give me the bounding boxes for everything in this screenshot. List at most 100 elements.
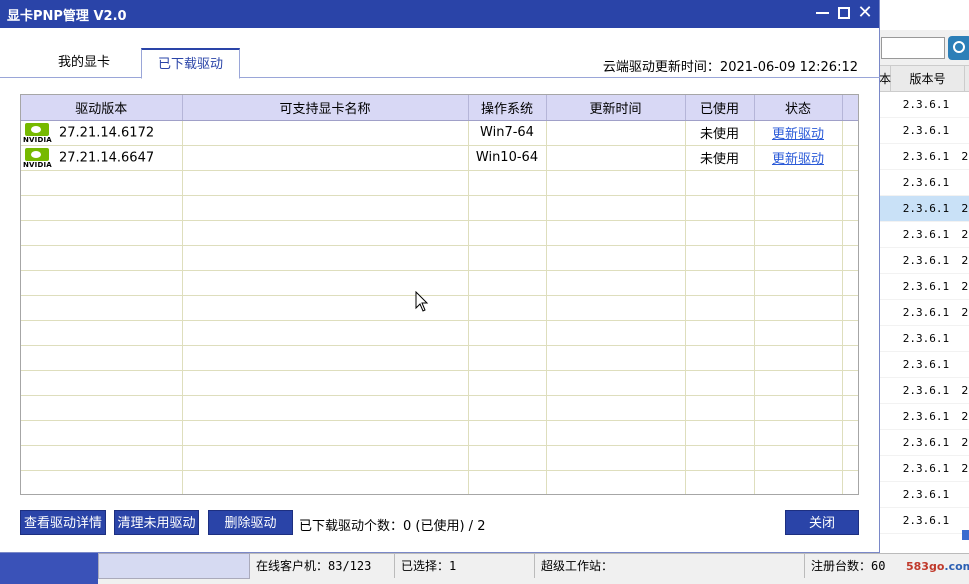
empty-cell xyxy=(468,195,547,221)
empty-cell xyxy=(685,370,755,396)
empty-table-row xyxy=(21,445,858,471)
watermark: 583go.com xyxy=(906,560,969,573)
minimize-icon[interactable] xyxy=(811,2,833,24)
background-cell xyxy=(879,144,890,169)
background-table-row[interactable]: 2.3.6.1 2 xyxy=(879,144,969,170)
background-cell-trailing: 2 xyxy=(961,306,969,319)
search-icon[interactable] xyxy=(948,36,969,60)
background-table-row[interactable]: 2.3.6.1 xyxy=(879,482,969,508)
background-table-row[interactable]: 2.3.6.1 xyxy=(879,352,969,378)
background-cell xyxy=(879,430,890,455)
background-table-row[interactable]: 2.3.6.1 2 xyxy=(879,222,969,248)
empty-cell xyxy=(546,270,686,296)
empty-cell xyxy=(754,345,843,371)
empty-cell xyxy=(468,470,547,494)
empty-cell xyxy=(685,320,755,346)
cell-os: Win7-64 xyxy=(468,120,547,146)
background-table-row[interactable]: 2.3.6.1 xyxy=(879,326,969,352)
background-table-row[interactable]: 2.3.6.1 xyxy=(879,92,969,118)
empty-cell xyxy=(842,245,858,271)
delete-driver-button[interactable]: 删除驱动 xyxy=(208,510,293,535)
empty-cell xyxy=(685,195,755,221)
clean-unused-drivers-button[interactable]: 清理未用驱动 xyxy=(114,510,199,535)
background-cell xyxy=(879,222,890,247)
background-table-row[interactable]: 2.3.6.1 2 xyxy=(879,456,969,482)
close-icon[interactable]: ✕ xyxy=(854,2,876,24)
background-search-input[interactable] xyxy=(881,37,945,59)
background-cell-version: 2.3.6.1 xyxy=(902,202,950,215)
background-cell-version: 2.3.6.1 xyxy=(902,332,950,345)
window-title: 显卡PNP管理 V2.0 xyxy=(7,9,127,24)
background-table-row[interactable]: 2.3.6.1 xyxy=(879,118,969,144)
column-header-used[interactable]: 已使用 xyxy=(685,95,755,121)
background-table-row[interactable]: 2.3.6.1 2 xyxy=(879,274,969,300)
empty-cell xyxy=(754,170,843,196)
background-table-row[interactable]: 2.3.6.1 2 xyxy=(879,430,969,456)
driver-count-text: 已下载驱动个数：0 (已使用) / 2 xyxy=(299,519,486,534)
background-table-row[interactable]: 2.3.6.1 2 xyxy=(879,248,969,274)
empty-cell xyxy=(842,170,858,196)
column-header-version[interactable]: 驱动版本 xyxy=(21,95,183,121)
empty-cell xyxy=(468,295,547,321)
background-cell-version: 2.3.6.1 xyxy=(902,410,950,423)
empty-table-row xyxy=(21,245,858,271)
empty-cell xyxy=(21,420,183,446)
empty-cell xyxy=(754,220,843,246)
empty-cell xyxy=(754,370,843,396)
empty-cell xyxy=(685,170,755,196)
update-driver-link[interactable]: 更新驱动 xyxy=(772,127,824,142)
empty-cell xyxy=(182,420,469,446)
view-driver-details-button[interactable]: 查看驱动详情 xyxy=(20,510,106,535)
cloud-update-time: 云端驱动更新时间：2021-06-09 12:26:12 xyxy=(602,60,858,75)
empty-table-row xyxy=(21,470,858,494)
column-header-status[interactable]: 状态 xyxy=(754,95,843,121)
column-header-os[interactable]: 操作系统 xyxy=(468,95,547,121)
background-strip xyxy=(0,553,98,584)
background-table-row[interactable]: 2.3.6.1 2 xyxy=(879,300,969,326)
empty-table-row xyxy=(21,270,858,296)
background-cell xyxy=(879,482,890,507)
table-row[interactable]: NVIDIA 27.21.14.6647 Win10-64 未使用 更新驱动 xyxy=(21,145,858,171)
table-row[interactable]: NVIDIA 27.21.14.6172 Win7-64 未使用 更新驱动 xyxy=(21,120,858,146)
empty-cell xyxy=(182,245,469,271)
empty-cell xyxy=(842,345,858,371)
update-driver-link[interactable]: 更新驱动 xyxy=(772,152,824,167)
tab-my-gpu[interactable]: 我的显卡 xyxy=(30,48,138,78)
empty-cell xyxy=(182,395,469,421)
mouse-cursor-icon xyxy=(415,291,429,312)
background-cell-version: 2.3.6.1 xyxy=(902,254,950,267)
empty-cell xyxy=(842,420,858,446)
background-cell-trailing: 2 xyxy=(961,436,969,449)
cell-version: NVIDIA 27.21.14.6172 xyxy=(21,120,183,146)
background-cell-trailing xyxy=(961,326,969,351)
empty-cell xyxy=(842,295,858,321)
background-left-block xyxy=(98,553,250,579)
empty-cell xyxy=(685,220,755,246)
background-table-row[interactable]: 2.3.6.1 xyxy=(879,508,969,534)
empty-cell xyxy=(685,420,755,446)
background-table-row[interactable]: 2.3.6.1 2 xyxy=(879,196,969,222)
empty-cell xyxy=(182,470,469,494)
empty-cell xyxy=(468,245,547,271)
background-scroll-arrow[interactable] xyxy=(962,530,969,540)
column-header-cards[interactable]: 可支持显卡名称 xyxy=(182,95,469,121)
empty-table-row xyxy=(21,220,858,246)
background-table-row[interactable]: 2.3.6.1 2 xyxy=(879,378,969,404)
empty-cell xyxy=(21,170,183,196)
background-table-row[interactable]: 2.3.6.1 xyxy=(879,170,969,196)
empty-cell xyxy=(546,345,686,371)
background-cell-trailing xyxy=(961,352,969,377)
empty-cell xyxy=(546,295,686,321)
background-cell-trailing xyxy=(961,482,969,507)
close-button[interactable]: 关闭 xyxy=(785,510,859,535)
background-table-row[interactable]: 2.3.6.1 2 xyxy=(879,404,969,430)
column-header-updated[interactable]: 更新时间 xyxy=(546,95,686,121)
empty-cell xyxy=(546,420,686,446)
maximize-icon[interactable] xyxy=(833,2,855,24)
cell-updated xyxy=(546,120,686,146)
empty-cell xyxy=(842,395,858,421)
background-cell-trailing: 2 xyxy=(961,280,969,293)
title-bar[interactable]: 显卡PNP管理 V2.0 ✕ xyxy=(0,0,879,28)
empty-cell xyxy=(754,295,843,321)
tab-downloaded-drivers[interactable]: 已下载驱动 xyxy=(141,48,240,79)
